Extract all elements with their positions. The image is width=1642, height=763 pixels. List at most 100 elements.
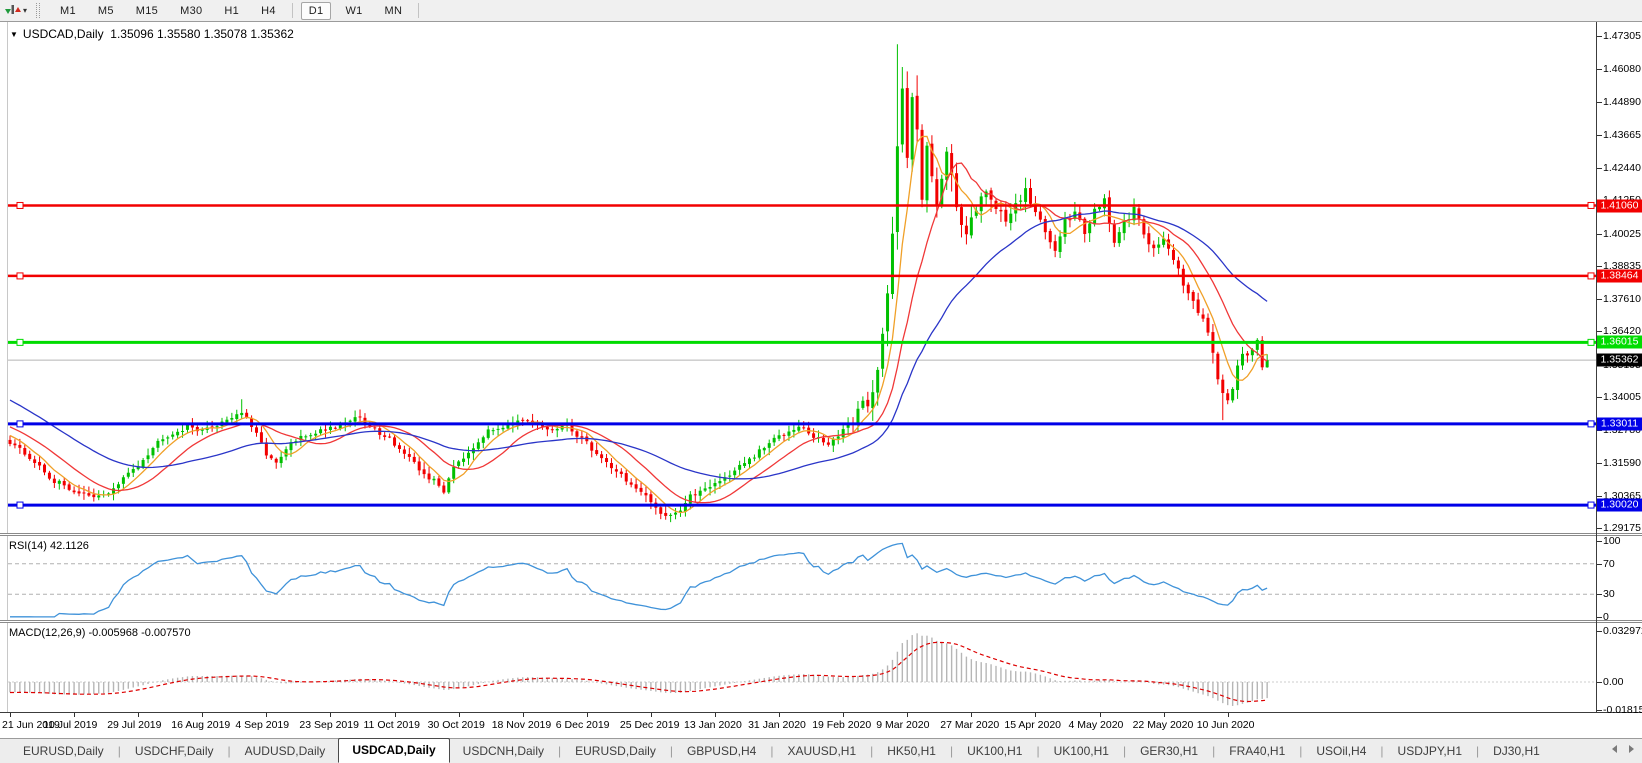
date-label: 18 Nov 2019	[491, 719, 552, 731]
time-tick-mark	[202, 713, 204, 717]
rsi-panel	[8, 542, 1596, 618]
price-tick-label: 1.34005	[1603, 390, 1641, 403]
time-tick-mark	[458, 713, 460, 717]
rsi-tick-label: 70	[1603, 557, 1615, 570]
axis-tick-mark	[1597, 233, 1602, 235]
timeframe-button-m15[interactable]: M15	[128, 2, 166, 20]
axis-tick-mark	[1597, 69, 1602, 71]
hline-price-label: 1.41060	[1597, 199, 1642, 212]
hline-price-label: 1.36015	[1597, 335, 1642, 349]
tab-uk100-h1[interactable]: UK100,H1	[954, 741, 1035, 762]
toolbar-grip-handle[interactable]	[36, 3, 41, 18]
price-tick-label: 1.46080	[1603, 63, 1641, 76]
rsi-line	[10, 542, 1268, 618]
main-chart-panel	[8, 44, 1596, 523]
axis-tick-mark	[1597, 101, 1602, 103]
tab-usdcnh-daily[interactable]: USDCNH,Daily	[450, 741, 557, 762]
time-tick-mark	[843, 713, 845, 717]
timeframe-button-group: M1 M5 M15 M30 H1 H4 D1 W1 MN	[49, 1, 424, 20]
date-label: 16 Aug 2019	[171, 719, 231, 731]
macd-label: MACD(12,26,9) -0.005968 -0.007570	[9, 627, 191, 639]
date-label: 13 Jan 2020	[684, 719, 742, 731]
tab-scroll-right-icon[interactable]	[1629, 745, 1634, 753]
time-tick-mark	[971, 713, 973, 717]
tab-hk50-h1[interactable]: HK50,H1	[874, 741, 949, 762]
axis-tick-mark	[1597, 563, 1602, 565]
hline-handle	[16, 272, 24, 280]
axis-tick-mark	[1597, 630, 1602, 632]
hline-handle	[16, 501, 24, 509]
hline-handle	[16, 201, 24, 209]
axis-tick-mark	[1597, 396, 1602, 398]
axis-tick-mark	[1597, 541, 1602, 542]
time-tick-mark	[1099, 713, 1101, 717]
axis-tick-mark	[1597, 134, 1602, 136]
hline-handle	[1587, 501, 1595, 509]
chart-canvas[interactable]	[0, 0, 1642, 763]
timeframe-button-m1[interactable]: M1	[52, 2, 84, 20]
hline-price-label: 1.38464	[1597, 269, 1642, 283]
macd-panel-separator[interactable]	[0, 620, 1642, 623]
chart-ohlc-values: 1.35096 1.35580 1.35078 1.35362	[110, 27, 294, 41]
current-price-label: 1.35362	[1597, 353, 1642, 367]
timeframe-button-m5[interactable]: M5	[90, 2, 122, 20]
timeframe-button-mn[interactable]: MN	[377, 2, 411, 20]
rsi-tick-label: 30	[1603, 588, 1615, 601]
time-tick-mark	[1163, 713, 1165, 717]
date-label: 11 Oct 2019	[363, 719, 420, 731]
chart-title: ▼ USDCAD,Daily 1.35096 1.35580 1.35078 1.…	[10, 27, 294, 41]
timeframe-button-h4[interactable]: H4	[253, 2, 284, 20]
axis-tick-mark	[1597, 617, 1602, 618]
tab-usoil-h4[interactable]: USOil,H4	[1303, 741, 1379, 762]
tab-audusd-daily[interactable]: AUDUSD,Daily	[232, 741, 339, 762]
date-label: 23 Sep 2019	[299, 719, 359, 731]
ma-50-line	[9, 210, 1268, 480]
price-arrows-icon[interactable]	[4, 3, 22, 19]
date-label: 25 Dec 2019	[619, 719, 680, 731]
tab-scroll-left-icon[interactable]	[1612, 745, 1617, 753]
time-tick-mark	[330, 713, 332, 717]
price-axis-border	[1596, 22, 1597, 712]
tab-eurusd-daily[interactable]: EURUSD,Daily	[10, 741, 117, 762]
time-tick-mark	[650, 713, 652, 717]
time-tick-mark	[715, 713, 716, 717]
chart-symbol-period: USDCAD,Daily	[22, 27, 104, 41]
hline-price-label: 1.33011	[1597, 417, 1642, 431]
tab-fra40-h1[interactable]: FRA40,H1	[1216, 741, 1298, 762]
hline-handle	[1587, 201, 1595, 209]
timeframe-button-d1[interactable]: D1	[300, 1, 332, 20]
price-tick-label: 1.43665	[1603, 128, 1641, 141]
tab-xauusd-h1[interactable]: XAUUSD,H1	[774, 741, 869, 762]
hline-handle	[1587, 420, 1595, 428]
axis-tick-mark	[1597, 299, 1602, 301]
ma-6-line	[9, 135, 1268, 514]
tab-dj30-h1[interactable]: DJ30,H1	[1480, 741, 1553, 762]
tab-gbpusd-h4[interactable]: GBPUSD,H4	[674, 741, 769, 762]
time-tick-mark	[138, 713, 140, 717]
rsi-panel-separator[interactable]	[0, 533, 1642, 536]
timeframe-button-m30[interactable]: M30	[172, 2, 210, 20]
tab-eurusd-daily[interactable]: EURUSD,Daily	[562, 741, 669, 762]
timeframe-button-w1[interactable]: W1	[337, 2, 370, 20]
macd-panel	[8, 633, 1596, 706]
hline-handle	[1587, 338, 1595, 346]
date-label: 4 May 2020	[1068, 719, 1124, 731]
price-tick-label: 1.29175	[1603, 522, 1641, 534]
axis-tick-mark	[1597, 495, 1602, 497]
axis-tick-mark	[1597, 331, 1602, 333]
time-axis-border	[0, 712, 1642, 713]
toolbar-dropdown-caret-icon[interactable]: ▾	[23, 6, 27, 15]
tab-usdjpy-h1[interactable]: USDJPY,H1	[1385, 741, 1475, 762]
date-label: 27 Mar 2020	[940, 719, 1000, 731]
timeframe-button-h1[interactable]: H1	[216, 2, 247, 20]
macd-tick-label: 0.032972	[1603, 624, 1642, 637]
axis-tick-mark	[1597, 36, 1602, 37]
collapse-triangle-icon[interactable]: ▼	[10, 30, 18, 39]
price-tick-label: 1.42440	[1603, 162, 1641, 174]
tab-ger30-h1[interactable]: GER30,H1	[1127, 741, 1211, 762]
tab-uk100-h1[interactable]: UK100,H1	[1041, 741, 1122, 762]
tab-usdcad-daily[interactable]: USDCAD,Daily	[338, 737, 450, 763]
date-label: 4 Sep 2019	[235, 719, 290, 731]
time-tick-mark	[266, 713, 268, 717]
tab-usdchf-daily[interactable]: USDCHF,Daily	[122, 741, 227, 762]
